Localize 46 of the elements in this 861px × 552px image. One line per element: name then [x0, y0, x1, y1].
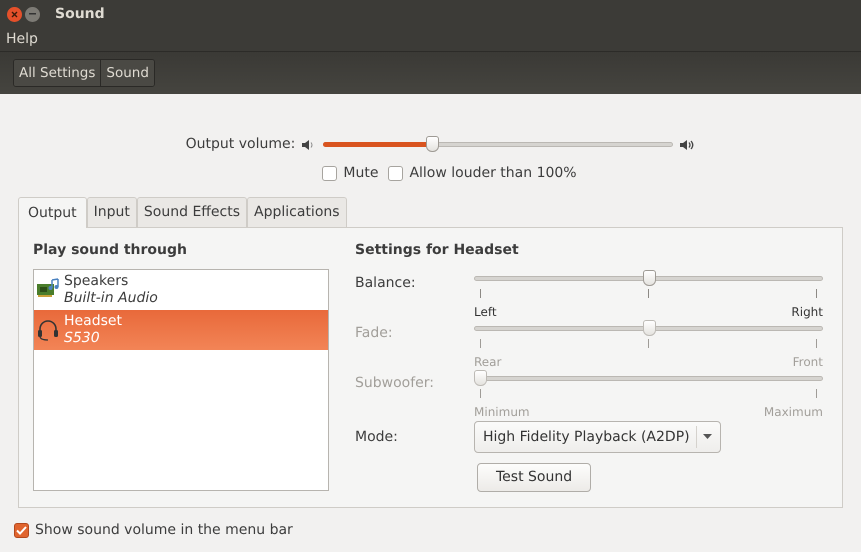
mode-label: Mode:	[355, 428, 399, 446]
checkbox-label: Allow louder than 100%	[409, 164, 577, 183]
checkbox[interactable]	[322, 166, 338, 181]
slider-thumb[interactable]	[426, 136, 439, 152]
mode-dropdown[interactable]: High Fidelity Playback (A2DP)	[474, 421, 721, 453]
checkbox[interactable]	[14, 523, 29, 538]
caret-icon	[702, 434, 712, 440]
mode-value: High Fidelity Playback (A2DP)	[483, 428, 690, 446]
tab[interactable]: Applications	[247, 197, 347, 227]
test-sound-button[interactable]: Test Sound	[477, 463, 592, 492]
volume-slider[interactable]	[323, 136, 674, 154]
slider-label: Fade:	[355, 324, 394, 343]
headset-icon	[36, 318, 61, 342]
device-detail: Built-in Audio	[64, 290, 158, 307]
close-icon	[11, 10, 18, 18]
section-heading: Play sound through	[33, 241, 188, 260]
breadcrumb-button[interactable]: All Settings	[14, 60, 100, 86]
device-detail: S530	[64, 330, 101, 347]
slider-min-label: Left	[474, 304, 497, 321]
window-title: Sound	[55, 4, 105, 24]
minimize-icon	[29, 13, 36, 15]
checkbox-label: Show sound volume in the menu bar	[35, 521, 293, 540]
output-volume-label: Output volume:	[186, 135, 296, 154]
checkbox-label: Mute	[343, 164, 378, 183]
slider-max-label: Maximum	[764, 404, 823, 421]
close-button[interactable]	[7, 6, 22, 22]
tab[interactable]: Input	[86, 197, 137, 227]
minimize-button[interactable]	[25, 6, 40, 22]
slider-label: Subwoofer:	[355, 374, 435, 393]
tab[interactable]: Output	[18, 197, 87, 228]
slider[interactable]	[474, 270, 823, 288]
device-name: Speakers	[64, 273, 130, 290]
tab[interactable]: Sound Effects	[136, 197, 248, 227]
slider-thumb[interactable]	[642, 270, 656, 286]
checkbox[interactable]	[388, 166, 404, 181]
device-name: Headset	[64, 313, 122, 330]
slider-max-label: Front	[792, 354, 823, 371]
slider-min-label: Minimum	[474, 404, 530, 421]
device-list-item[interactable]: Speakers Built-in Audio	[34, 270, 328, 310]
section-heading: Settings for Headset	[355, 241, 520, 260]
breadcrumb-button[interactable]: Sound	[100, 60, 154, 86]
menu-item[interactable]: Help	[6, 29, 38, 50]
slider-min-label: Rear	[474, 354, 502, 371]
volume-high-icon	[679, 138, 696, 152]
slider-label: Balance:	[355, 274, 417, 293]
slider-max-label: Right	[791, 304, 823, 321]
